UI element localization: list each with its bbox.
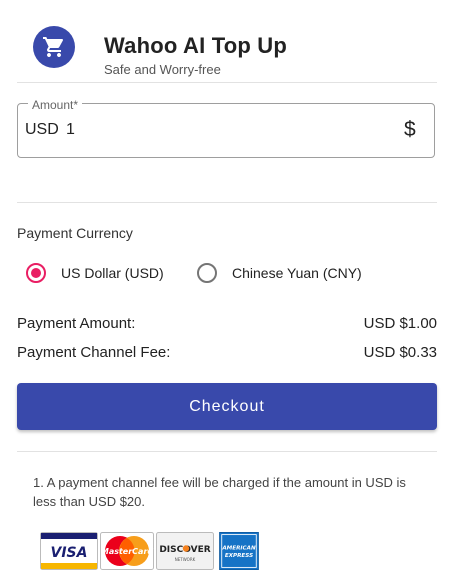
- page-subtitle: Safe and Worry-free: [104, 62, 221, 77]
- top-up-page: Wahoo AI Top Up Safe and Worry-free Amou…: [0, 0, 451, 581]
- radio-usd-label: US Dollar (USD): [61, 265, 164, 281]
- discover-card-icon: DISCOVER NETWORK: [156, 532, 214, 570]
- notes-divider: [17, 451, 437, 452]
- svg-text:AMERICAN: AMERICAN: [221, 545, 256, 551]
- payment-amount-row: Payment Amount: USD $1.00: [17, 315, 437, 332]
- payment-currency-label: Payment Currency: [17, 225, 133, 241]
- payment-methods: VISA MasterCard DISCOVER NETWORK AMERICA…: [40, 529, 264, 573]
- shopping-cart-icon: [33, 26, 75, 68]
- header: Wahoo AI Top Up Safe and Worry-free: [0, 0, 451, 82]
- svg-text:VISA: VISA: [51, 545, 88, 561]
- payment-amount-label: Payment Amount:: [17, 315, 136, 332]
- required-mark: *: [73, 98, 79, 112]
- mastercard-icon: MasterCard: [100, 532, 154, 570]
- amount-field-label: Amount*: [28, 98, 83, 112]
- fee-note: 1. A payment channel fee will be charged…: [33, 475, 406, 509]
- currency-prefix: USD: [25, 121, 59, 138]
- amount-divider: [17, 202, 437, 203]
- radio-checked-icon[interactable]: [26, 263, 46, 283]
- radio-cny[interactable]: Chinese Yuan (CNY): [197, 262, 362, 284]
- payment-fee-label: Payment Channel Fee:: [17, 344, 171, 361]
- header-divider: [17, 82, 437, 83]
- radio-cny-label: Chinese Yuan (CNY): [232, 265, 362, 281]
- amount-input[interactable]: [66, 119, 366, 141]
- checkout-button[interactable]: Checkout: [17, 383, 437, 430]
- dollar-icon: $: [404, 118, 416, 141]
- radio-usd[interactable]: US Dollar (USD): [26, 262, 164, 284]
- svg-text:EXPRESS: EXPRESS: [225, 553, 253, 559]
- amex-card-icon: AMERICAN EXPRESS: [219, 532, 259, 570]
- svg-text:MasterCard: MasterCard: [101, 547, 154, 556]
- payment-fee-value: USD $0.33: [363, 344, 437, 361]
- page-title: Wahoo AI Top Up: [104, 33, 288, 58]
- payment-fee-row: Payment Channel Fee: USD $0.33: [17, 344, 437, 361]
- radio-unchecked-icon[interactable]: [197, 263, 217, 283]
- payment-amount-value: USD $1.00: [363, 315, 437, 332]
- svg-text:NETWORK: NETWORK: [175, 557, 196, 562]
- visa-card-icon: VISA: [40, 532, 98, 570]
